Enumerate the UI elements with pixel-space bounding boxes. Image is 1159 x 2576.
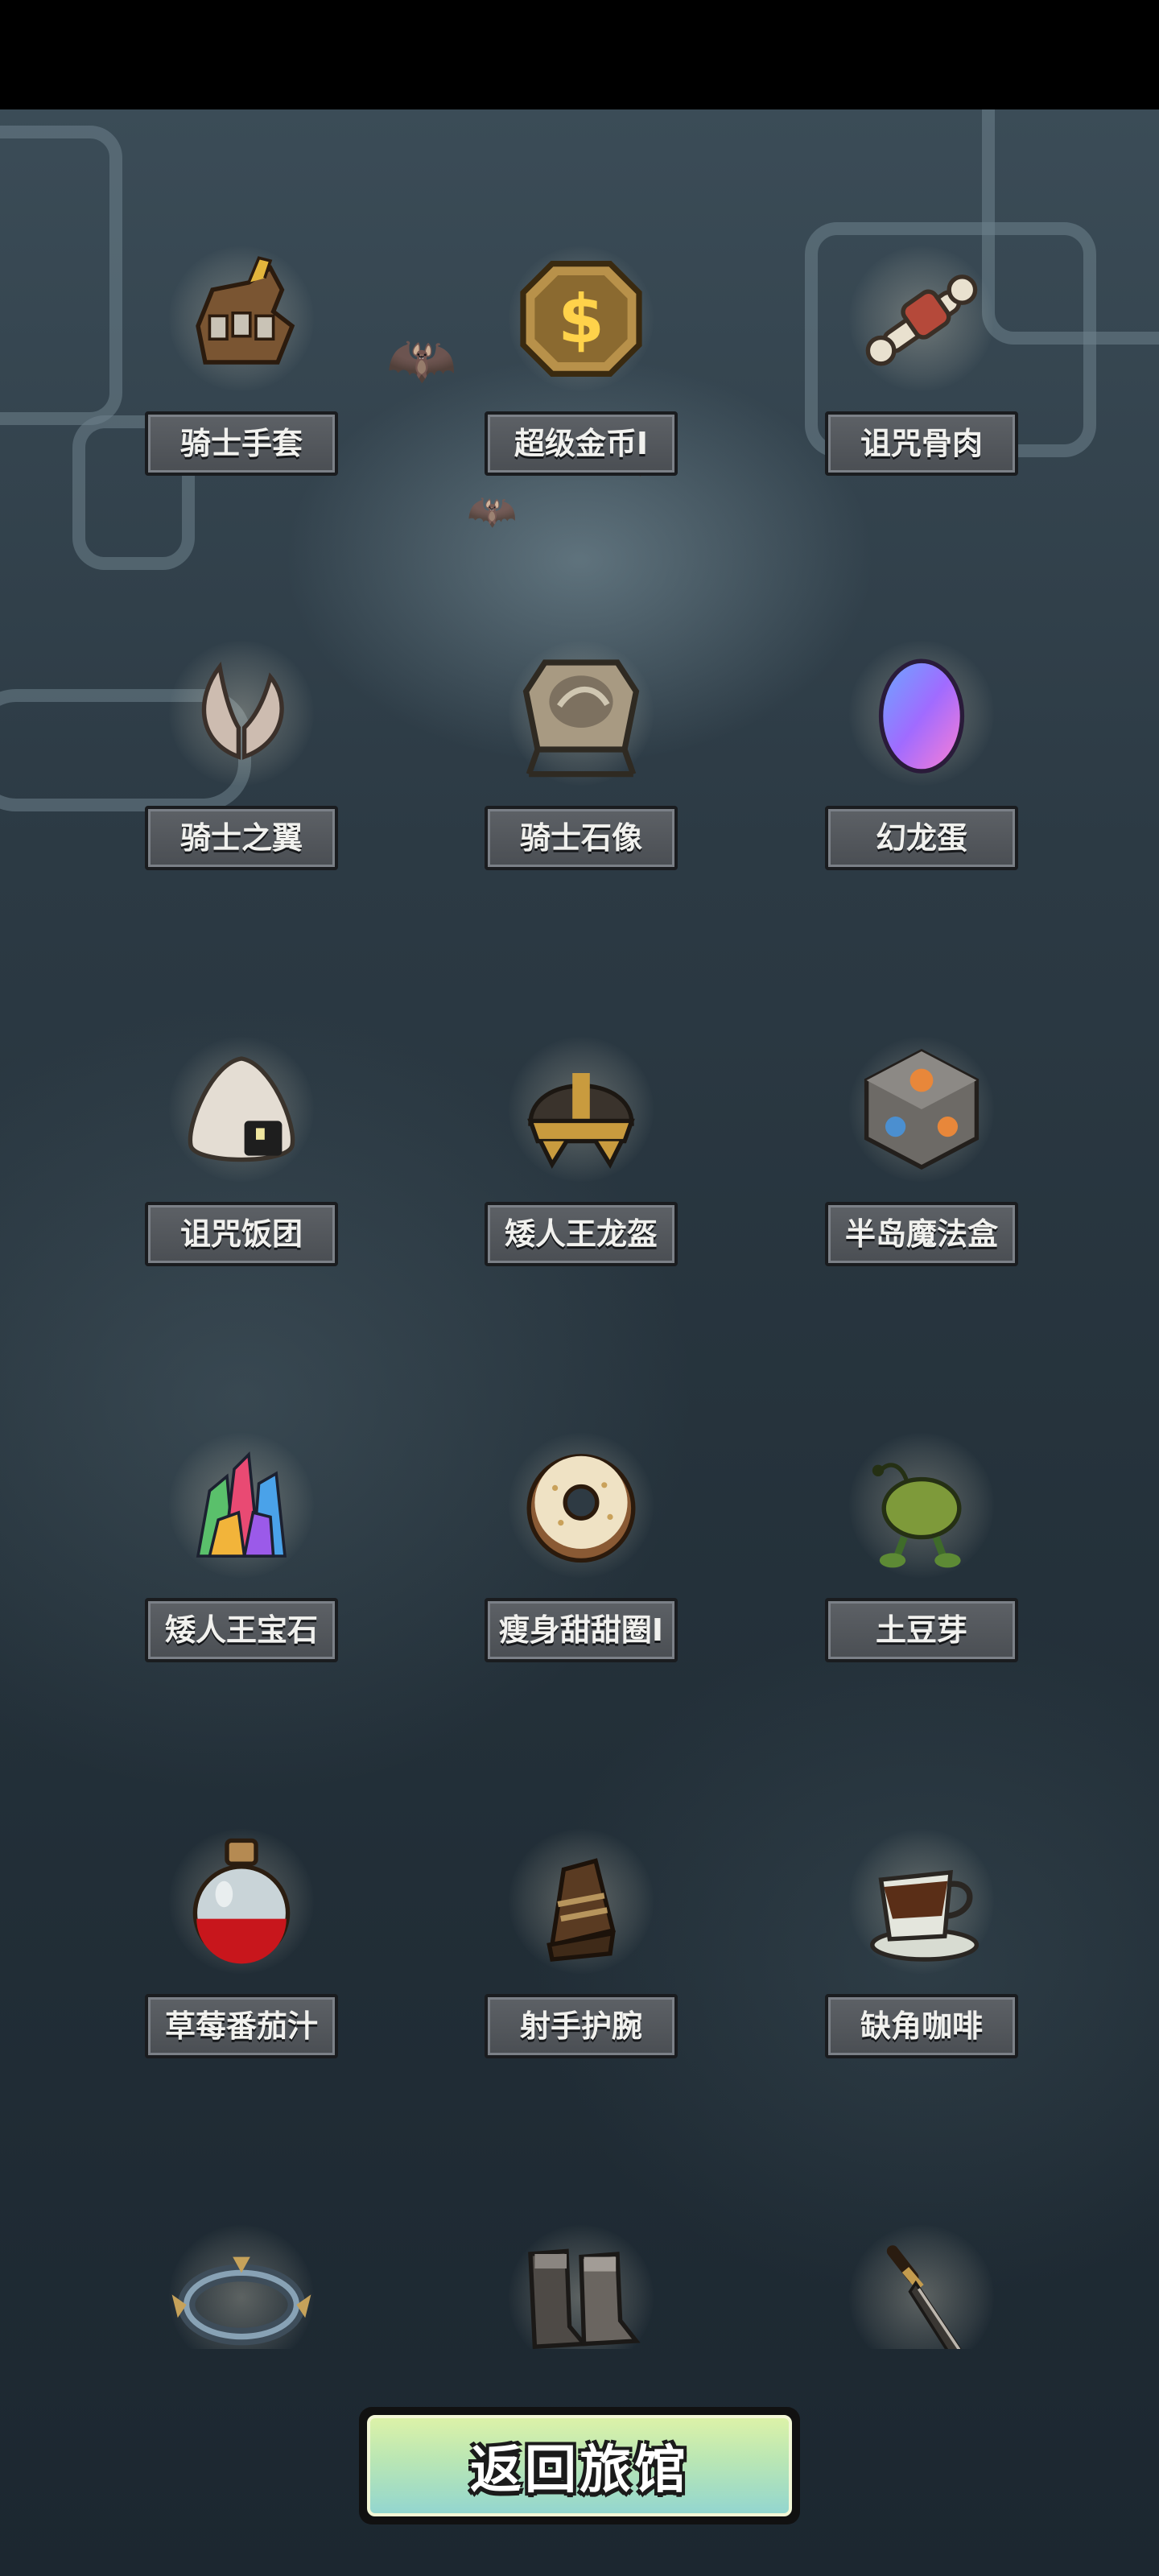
item-label: 半岛魔法盒 <box>825 1202 1018 1266</box>
juice-potion-icon <box>161 1821 322 1982</box>
item-potato-sprout[interactable]: 土豆芽 <box>825 1425 1018 1662</box>
return-button-label: 返回旅馆 <box>470 2441 689 2500</box>
knight-gauntlet-icon <box>161 238 322 399</box>
knight-stone-statue-icon <box>501 633 662 794</box>
chipped-coffee-cup-icon <box>841 1821 1002 1982</box>
item-label: 矮人王龙盔 <box>485 1202 678 1266</box>
iron-boots-icon <box>501 2217 662 2349</box>
status-bar <box>0 0 1159 109</box>
cursed-bone-meat-icon <box>841 238 1002 399</box>
item-grid: 骑士手套 $ 超级金币I 诅咒骨肉 骑士之翼 骑士石像 幻龙蛋 诅咒饭团 矮人王… <box>0 109 1159 2349</box>
item-label: 瘦身甜甜圈I <box>485 1598 678 1662</box>
item-magic-box[interactable]: 半岛魔法盒 <box>825 1029 1018 1266</box>
item-label: 骑士之翼 <box>145 806 338 870</box>
item-spiked-bracelet[interactable] <box>145 2217 338 2349</box>
item-knight-stone-statue[interactable]: 骑士石像 <box>485 633 678 870</box>
item-label: 矮人王宝石 <box>145 1598 338 1662</box>
potato-sprout-icon <box>841 1425 1002 1586</box>
item-label: 射手护腕 <box>485 1994 678 2058</box>
svg-text:$: $ <box>558 280 604 358</box>
item-label: 诅咒骨肉 <box>825 411 1018 476</box>
item-donut[interactable]: 瘦身甜甜圈I <box>485 1425 678 1662</box>
item-iron-boots[interactable] <box>485 2217 678 2349</box>
item-label: 土豆芽 <box>825 1598 1018 1662</box>
item-label: 超级金币I <box>485 411 678 476</box>
item-label: 骑士石像 <box>485 806 678 870</box>
knight-wings-icon <box>161 633 322 794</box>
item-gold-coin[interactable]: $ 超级金币I <box>485 238 678 476</box>
spiked-bracelet-icon <box>161 2217 322 2349</box>
item-label: 幻龙蛋 <box>825 806 1018 870</box>
item-knight-wings[interactable]: 骑士之翼 <box>145 633 338 870</box>
cursed-rice-ball-icon <box>161 1029 322 1190</box>
item-dwarf-king-helmet[interactable]: 矮人王龙盔 <box>485 1029 678 1266</box>
dwarf-king-gems-icon <box>161 1425 322 1586</box>
item-label: 缺角咖啡 <box>825 1994 1018 2058</box>
item-cursed-bone-meat[interactable]: 诅咒骨肉 <box>825 238 1018 476</box>
item-label: 草莓番茄汁 <box>145 1994 338 2058</box>
item-dragon-egg[interactable]: 幻龙蛋 <box>825 633 1018 870</box>
item-label: 骑士手套 <box>145 411 338 476</box>
return-to-inn-button[interactable]: 返回旅馆 <box>359 2407 800 2524</box>
archer-bracer-icon <box>501 1821 662 1982</box>
dagger-icon <box>841 2217 1002 2349</box>
item-cursed-rice-ball[interactable]: 诅咒饭团 <box>145 1029 338 1266</box>
dragon-egg-icon <box>841 633 1002 794</box>
gold-coin-icon: $ <box>501 238 662 399</box>
donut-icon <box>501 1425 662 1586</box>
item-chipped-coffee-cup[interactable]: 缺角咖啡 <box>825 1821 1018 2058</box>
magic-box-icon <box>841 1029 1002 1190</box>
item-knight-gauntlet[interactable]: 骑士手套 <box>145 238 338 476</box>
item-dagger[interactable] <box>825 2217 1018 2349</box>
item-dwarf-king-gems[interactable]: 矮人王宝石 <box>145 1425 338 1662</box>
item-label: 诅咒饭团 <box>145 1202 338 1266</box>
dwarf-king-helmet-icon <box>501 1029 662 1190</box>
return-button-face: 返回旅馆 <box>367 2415 792 2516</box>
item-archer-bracer[interactable]: 射手护腕 <box>485 1821 678 2058</box>
item-juice-potion[interactable]: 草莓番茄汁 <box>145 1821 338 2058</box>
